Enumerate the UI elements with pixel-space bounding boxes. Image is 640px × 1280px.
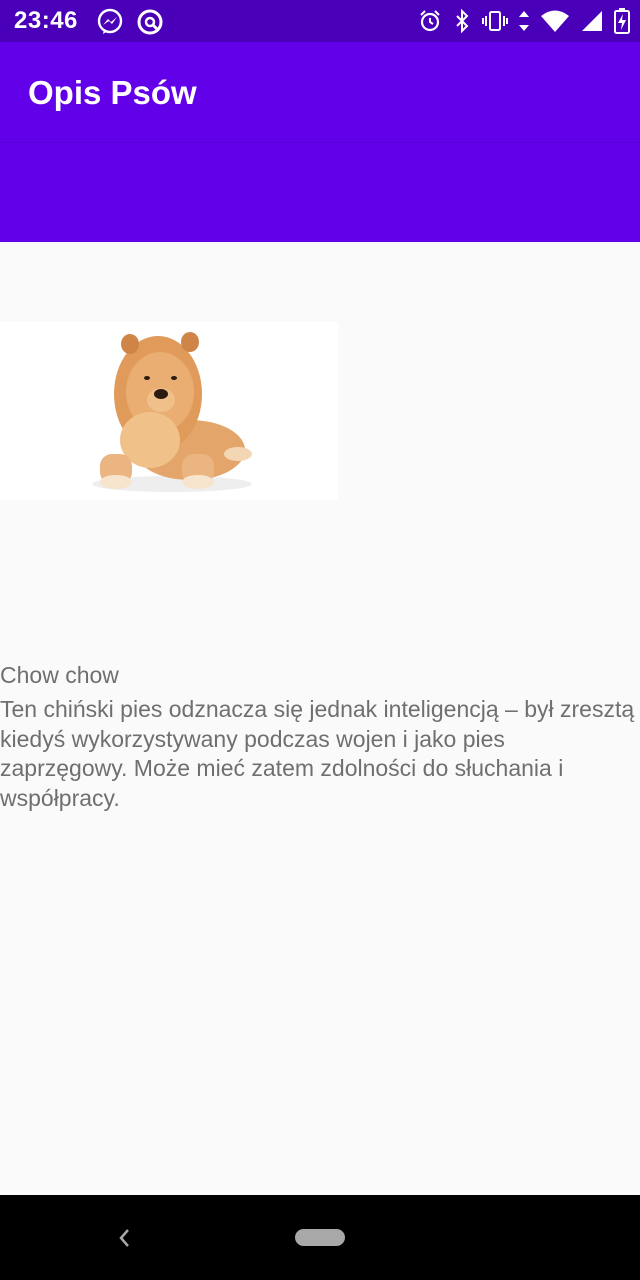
signal-icon <box>580 9 604 38</box>
status-bar: 23:46 <box>0 0 640 42</box>
app-bar: Opis Psów <box>0 42 640 142</box>
status-time: 23:46 <box>14 7 78 34</box>
home-pill-icon[interactable] <box>295 1229 345 1246</box>
dog-detail-content: Chow chow Ten chiński pies odznacza się … <box>0 242 640 1195</box>
status-right-icons <box>418 8 630 39</box>
battery-charging-icon <box>614 8 630 39</box>
blocked-icon <box>136 8 164 41</box>
navigation-bar <box>0 1195 640 1280</box>
status-left-icons <box>96 8 164 41</box>
dog-name: Chow chow <box>0 662 119 688</box>
app-bar-extension <box>0 142 640 243</box>
messenger-icon <box>96 8 124 41</box>
dog-description: Ten chiński pies odznacza się jednak int… <box>0 696 635 811</box>
wifi-icon <box>540 9 570 38</box>
back-icon[interactable] <box>112 1223 136 1253</box>
app-title: Opis Psów <box>28 74 197 111</box>
bluetooth-icon <box>452 8 472 38</box>
alarm-icon <box>418 9 442 38</box>
data-arrows-icon <box>518 9 530 38</box>
vibrate-icon <box>482 9 508 38</box>
dog-image <box>0 322 338 500</box>
